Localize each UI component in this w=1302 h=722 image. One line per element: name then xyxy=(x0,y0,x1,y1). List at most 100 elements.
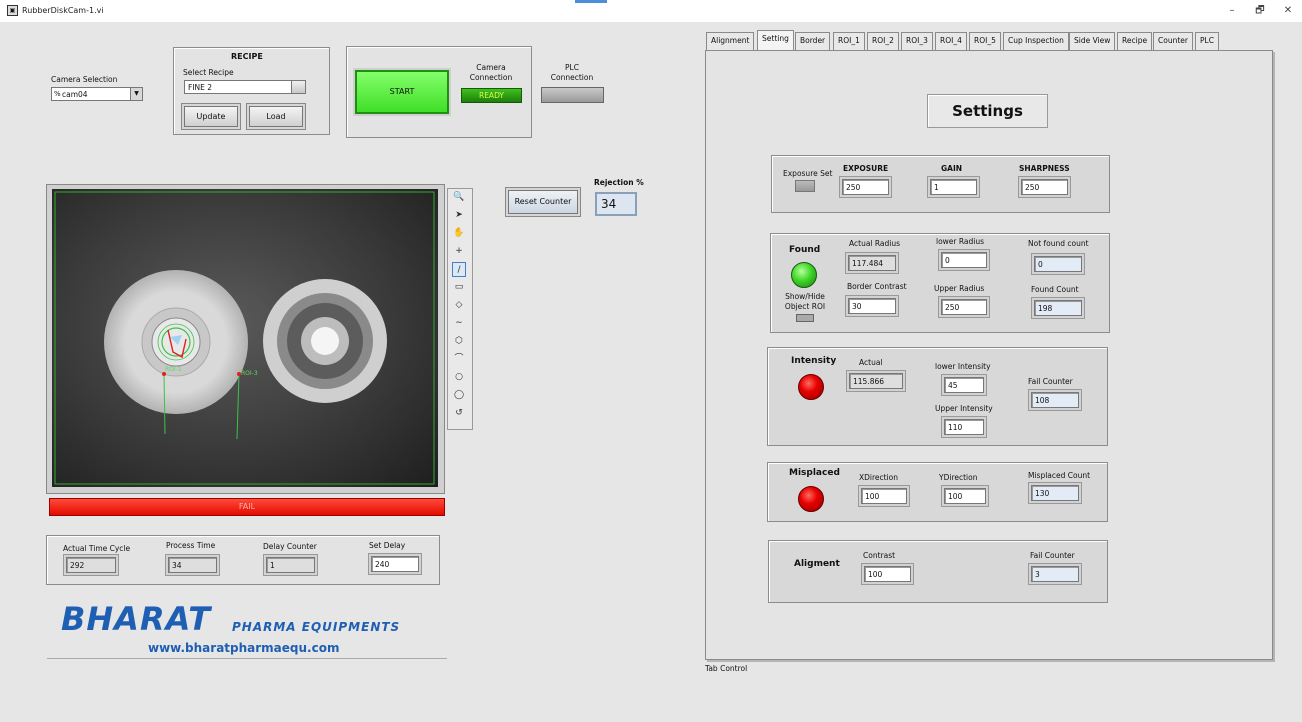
brand-tagline: PHARMA EQUIPMENTS xyxy=(232,620,401,634)
found-indicator xyxy=(791,262,817,288)
upper-intensity-label: Upper Intensity xyxy=(935,404,993,413)
tab-border[interactable]: Border xyxy=(795,32,831,50)
alignment-title: Aligment xyxy=(794,559,840,569)
polygon-tool-icon[interactable]: ⬡ xyxy=(452,334,466,349)
free-region-tool-icon[interactable]: ○ xyxy=(452,370,466,385)
exposure-input[interactable]: 250 xyxy=(842,179,889,195)
misplaced-indicator xyxy=(798,486,824,512)
lower-intensity-input[interactable]: 45 xyxy=(944,377,984,393)
exposure-set-button[interactable] xyxy=(795,180,815,192)
border-contrast-label: Border Contrast xyxy=(847,282,907,291)
roi-3-label: ROI-3 xyxy=(241,370,258,377)
camera-selection-dropdown[interactable]: % cam04 ▼ xyxy=(51,87,143,101)
found-title: Found xyxy=(789,245,821,255)
recipe-select[interactable]: FINE 2 xyxy=(184,80,306,94)
tab-alignment[interactable]: Alignment xyxy=(706,32,755,50)
tab-roi-3[interactable]: ROI_3 xyxy=(901,32,933,50)
load-button[interactable]: Load xyxy=(249,106,303,127)
rejection-percent-value: 34 xyxy=(595,192,637,216)
rejection-percent-label: Rejection % xyxy=(594,178,644,187)
tab-control-label: Tab Control xyxy=(705,664,748,673)
crosshair-icon[interactable]: + xyxy=(452,244,466,259)
show-hide-roi-label: Show/Hide Object ROI xyxy=(784,292,826,311)
ydirection-input[interactable]: 100 xyxy=(944,488,986,504)
select-recipe-label: Select Recipe xyxy=(183,68,234,77)
process-time-value: 34 xyxy=(168,557,217,573)
camera-selection-value: cam04 xyxy=(62,90,88,99)
alignment-contrast-label: Contrast xyxy=(863,551,896,560)
tab-recipe[interactable]: Recipe xyxy=(1117,32,1153,50)
alignment-contrast-input[interactable]: 100 xyxy=(864,566,911,582)
chevron-down-icon[interactable]: ▼ xyxy=(130,88,142,100)
show-hide-roi-toggle[interactable] xyxy=(796,314,814,322)
pointer-icon[interactable]: ➤ xyxy=(452,208,466,223)
not-found-count-label: Not found count xyxy=(1028,239,1089,248)
tab-counter[interactable]: Counter xyxy=(1153,32,1193,50)
intensity-actual-label: Actual xyxy=(859,358,883,367)
title-bar xyxy=(0,0,1302,22)
gain-input[interactable]: 1 xyxy=(930,179,977,195)
sharpness-input[interactable]: 250 xyxy=(1021,179,1068,195)
recipe-select-value: FINE 2 xyxy=(188,83,213,92)
actual-radius-label: Actual Radius xyxy=(849,239,901,248)
recipe-select-toggle[interactable] xyxy=(291,81,305,93)
broken-line-tool-icon[interactable]: ⌒ xyxy=(452,352,466,367)
tab-cup-inspection[interactable]: Cup Inspection xyxy=(1003,32,1069,50)
restore-button[interactable]: 🗗 xyxy=(1250,4,1270,18)
settings-title: Settings xyxy=(927,94,1048,128)
intensity-title: Intensity xyxy=(791,356,837,366)
window-title: RubberDiskCam-1.vi xyxy=(22,6,104,15)
tab-roi-5[interactable]: ROI_5 xyxy=(969,32,1001,50)
oval-tool-icon[interactable]: ◯ xyxy=(452,388,466,403)
pan-icon[interactable]: ✋ xyxy=(452,226,466,241)
exposure-label: EXPOSURE xyxy=(843,164,889,173)
misplaced-count-value: 130 xyxy=(1031,485,1079,501)
tab-side-view[interactable]: Side View xyxy=(1069,32,1116,50)
delay-counter-label: Delay Counter xyxy=(263,542,317,551)
border-contrast-input[interactable]: 30 xyxy=(848,298,896,314)
camera-selection-label: Camera Selection xyxy=(51,75,118,84)
tab-setting[interactable]: Setting xyxy=(757,30,794,51)
ydirection-label: YDirection xyxy=(939,473,978,482)
lower-radius-input[interactable]: 0 xyxy=(941,252,987,268)
process-time-label: Process Time xyxy=(166,541,216,550)
actual-time-cycle-label: Actual Time Cycle xyxy=(63,544,131,553)
tab-roi-2[interactable]: ROI_2 xyxy=(867,32,899,50)
found-count-label: Found Count xyxy=(1031,285,1079,294)
freehand-tool-icon[interactable]: ∼ xyxy=(452,316,466,331)
upper-radius-label: Upper Radius xyxy=(934,284,985,293)
camera-image[interactable]: ROI-1 ROI-3 xyxy=(52,189,438,487)
reset-counter-button[interactable]: Reset Counter xyxy=(508,190,578,214)
start-button[interactable]: START xyxy=(355,70,449,114)
camera-image-svg xyxy=(54,191,435,485)
zoom-icon[interactable]: 🔍 xyxy=(452,190,466,205)
misplaced-count-label: Misplaced Count xyxy=(1028,471,1091,480)
brand-url: www.bharatpharmaequ.com xyxy=(148,641,340,655)
close-button[interactable]: ✕ xyxy=(1278,4,1298,18)
camera-status-indicator: READY xyxy=(461,88,522,103)
rectangle-tool-icon[interactable]: ▭ xyxy=(452,280,466,295)
set-delay-input[interactable]: 240 xyxy=(371,556,419,572)
rotated-rect-tool-icon[interactable]: ◇ xyxy=(452,298,466,313)
recipe-title: RECIPE xyxy=(231,52,263,61)
misplaced-title: Misplaced xyxy=(789,468,840,478)
upper-radius-input[interactable]: 250 xyxy=(941,299,987,315)
tab-roi-1[interactable]: ROI_1 xyxy=(833,32,865,50)
upper-intensity-input[interactable]: 110 xyxy=(944,419,984,435)
plc-connection-label: PLC Connection xyxy=(550,63,594,82)
minimize-button[interactable]: – xyxy=(1222,4,1242,18)
taskbar-indicator xyxy=(575,0,607,3)
roi-1-label: ROI-1 xyxy=(165,366,182,373)
result-status-bar: FAIL xyxy=(49,498,445,516)
line-tool-icon[interactable]: / xyxy=(452,262,466,277)
plc-status-indicator xyxy=(541,87,604,103)
update-button[interactable]: Update xyxy=(184,106,238,127)
roi-3-line xyxy=(236,373,240,440)
tab-plc[interactable]: PLC xyxy=(1195,32,1219,50)
tab-roi-4[interactable]: ROI_4 xyxy=(935,32,967,50)
camera-io-prefix: % xyxy=(54,90,61,98)
xdirection-input[interactable]: 100 xyxy=(861,488,907,504)
found-count-value: 198 xyxy=(1034,300,1082,316)
intensity-fail-counter-value: 108 xyxy=(1031,392,1079,408)
annulus-tool-icon[interactable]: ↺ xyxy=(452,406,466,421)
